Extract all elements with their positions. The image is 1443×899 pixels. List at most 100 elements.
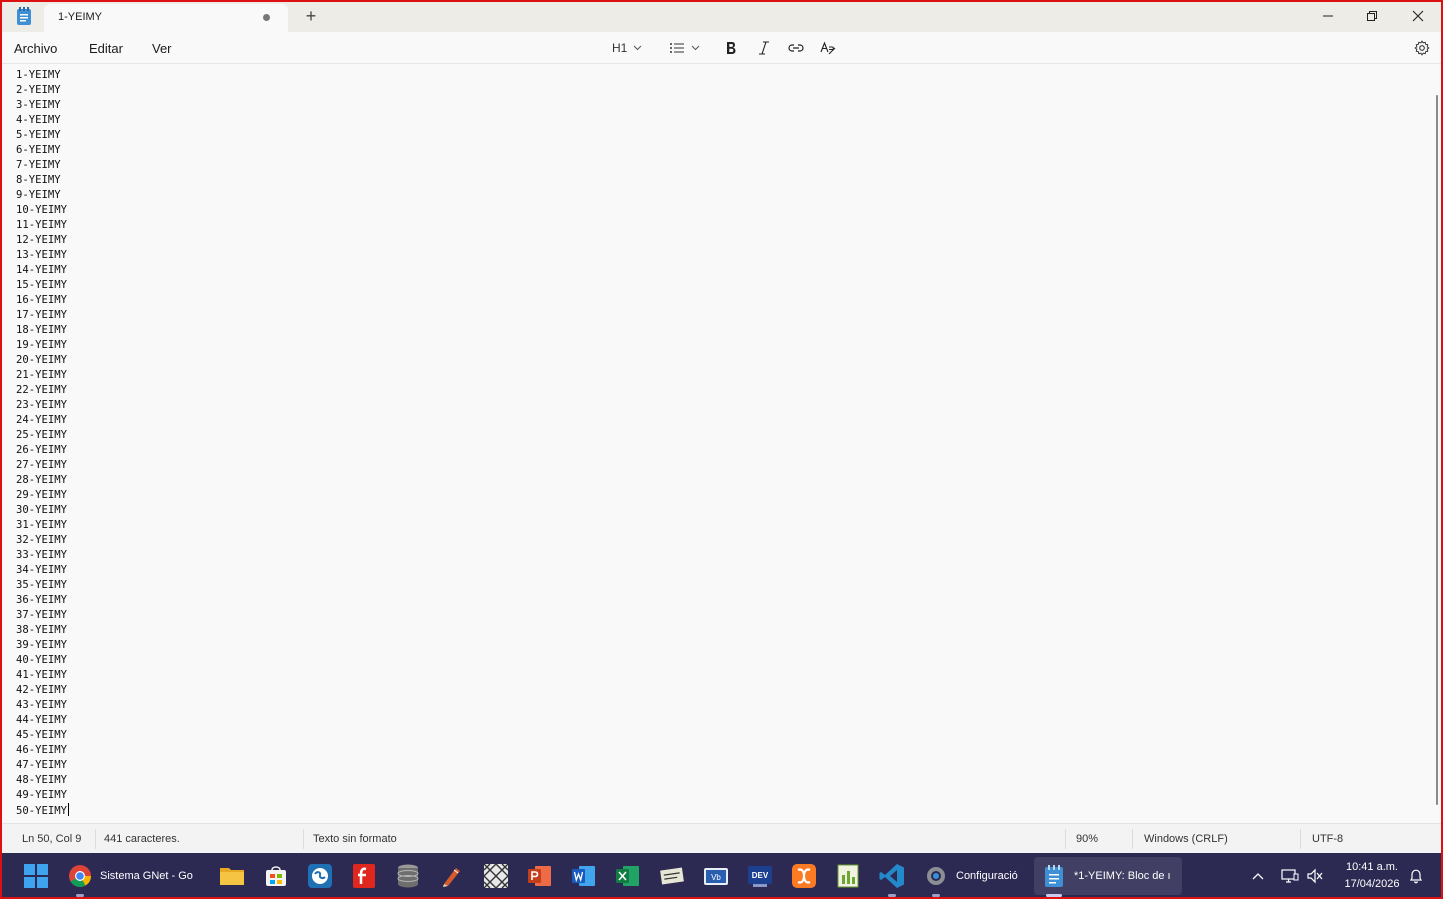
store-button[interactable] — [262, 862, 290, 890]
text-line[interactable]: 9-YEIMY — [16, 188, 69, 203]
text-line[interactable]: 29-YEIMY — [16, 488, 69, 503]
menu-editar[interactable]: Editar — [89, 41, 123, 56]
text-line[interactable]: 37-YEIMY — [16, 608, 69, 623]
chart-app-button[interactable] — [834, 862, 862, 890]
text-line[interactable]: 23-YEIMY — [16, 398, 69, 413]
text-line[interactable]: 44-YEIMY — [16, 713, 69, 728]
notifications-button[interactable] — [1402, 862, 1430, 890]
text-line[interactable]: 43-YEIMY — [16, 698, 69, 713]
xampp-button[interactable] — [790, 862, 818, 890]
text-line[interactable]: 32-YEIMY — [16, 533, 69, 548]
line-ending[interactable]: Windows (CRLF) — [1144, 833, 1228, 845]
settings-button[interactable] — [1414, 38, 1430, 58]
text-line[interactable]: 34-YEIMY — [16, 563, 69, 578]
text-format[interactable]: Texto sin formato — [313, 833, 397, 845]
chrome-taskbar-button[interactable] — [66, 862, 94, 890]
text-line[interactable]: 36-YEIMY — [16, 593, 69, 608]
text-line[interactable]: 11-YEIMY — [16, 218, 69, 233]
text-line[interactable]: 50-YEIMY — [16, 803, 70, 819]
text-line[interactable]: 2-YEIMY — [16, 83, 69, 98]
excel-button[interactable] — [614, 862, 642, 890]
text-line[interactable]: 41-YEIMY — [16, 668, 69, 683]
start-button[interactable] — [22, 862, 50, 890]
text-line[interactable]: 22-YEIMY — [16, 383, 69, 398]
vertical-scrollbar[interactable] — [1436, 95, 1438, 805]
text-line[interactable]: 18-YEIMY — [16, 323, 69, 338]
app-globe-button[interactable] — [306, 862, 334, 890]
word-button[interactable] — [570, 862, 598, 890]
editor-content[interactable]: 1-YEIMY 2-YEIMY 3-YEIMY 4-YEIMY 5-YEIMY 6-YEI… — [16, 68, 70, 819]
close-button[interactable] — [1396, 2, 1440, 30]
tab-document[interactable]: 1-YEIMY — [44, 4, 288, 32]
svg-text:DEV: DEV — [752, 871, 769, 880]
powerpoint-button[interactable] — [526, 862, 554, 890]
text-line[interactable]: 30-YEIMY — [16, 503, 69, 518]
text-line[interactable]: 40-YEIMY — [16, 653, 69, 668]
text-line[interactable]: 45-YEIMY — [16, 728, 69, 743]
text-line[interactable]: 47-YEIMY — [16, 758, 69, 773]
text-line[interactable]: 24-YEIMY — [16, 413, 69, 428]
vb-app-button[interactable]: Vb — [702, 862, 730, 890]
text-line[interactable]: 25-YEIMY — [16, 428, 69, 443]
clock-date[interactable]: 17/04/2026 — [1334, 878, 1410, 890]
text-line[interactable]: 17-YEIMY — [16, 308, 69, 323]
text-editor[interactable]: 1-YEIMY 2-YEIMY 3-YEIMY 4-YEIMY 5-YEIMY 6-YEI… — [2, 65, 1441, 821]
unsaved-dot-icon[interactable] — [263, 14, 270, 21]
settings-taskbar-button[interactable] — [922, 862, 950, 890]
text-line[interactable]: 16-YEIMY — [16, 293, 69, 308]
text-line[interactable]: 7-YEIMY — [16, 158, 69, 173]
restore-button[interactable] — [1350, 2, 1394, 30]
minimize-button[interactable] — [1306, 2, 1350, 30]
menu-archivo[interactable]: Archivo — [14, 41, 57, 56]
text-line[interactable]: 38-YEIMY — [16, 623, 69, 638]
vscode-button[interactable] — [878, 862, 906, 890]
app-ticket-button[interactable] — [658, 862, 686, 890]
text-line[interactable]: 13-YEIMY — [16, 248, 69, 263]
show-hidden-icons-button[interactable] — [1244, 862, 1272, 890]
file-explorer-button[interactable] — [218, 862, 246, 890]
text-line[interactable]: 3-YEIMY — [16, 98, 69, 113]
text-line[interactable]: 27-YEIMY — [16, 458, 69, 473]
text-line[interactable]: 5-YEIMY — [16, 128, 69, 143]
text-line[interactable]: 42-YEIMY — [16, 683, 69, 698]
text-line[interactable]: 1-YEIMY — [16, 68, 69, 83]
text-line[interactable]: 20-YEIMY — [16, 353, 69, 368]
heading-dropdown[interactable]: H1 — [612, 38, 642, 58]
devcpp-button[interactable]: DEV — [746, 862, 774, 890]
database-app-button[interactable] — [394, 862, 422, 890]
bold-button[interactable] — [725, 38, 737, 58]
pattern-app-button[interactable] — [482, 862, 510, 890]
clear-format-button[interactable] — [820, 38, 836, 58]
text-line[interactable]: 31-YEIMY — [16, 518, 69, 533]
text-line[interactable]: 8-YEIMY — [16, 173, 69, 188]
text-line[interactable]: 46-YEIMY — [16, 743, 69, 758]
volume-button[interactable] — [1301, 862, 1329, 890]
new-tab-button[interactable]: + — [302, 6, 320, 26]
text-line[interactable]: 35-YEIMY — [16, 578, 69, 593]
text-line[interactable]: 49-YEIMY — [16, 788, 69, 803]
app-f-button[interactable] — [350, 862, 378, 890]
text-line[interactable]: 10-YEIMY — [16, 203, 69, 218]
text-line[interactable]: 33-YEIMY — [16, 548, 69, 563]
text-line[interactable]: 4-YEIMY — [16, 113, 69, 128]
italic-button[interactable] — [758, 38, 770, 58]
text-line[interactable]: 39-YEIMY — [16, 638, 69, 653]
clock-time[interactable]: 10:41 a.m. — [1334, 861, 1410, 873]
pen-app-button[interactable] — [438, 862, 466, 890]
text-line[interactable]: 15-YEIMY — [16, 278, 69, 293]
text-line[interactable]: 48-YEIMY — [16, 773, 69, 788]
text-line[interactable]: 19-YEIMY — [16, 338, 69, 353]
text-line[interactable]: 28-YEIMY — [16, 473, 69, 488]
encoding[interactable]: UTF-8 — [1312, 833, 1343, 845]
link-button[interactable] — [788, 38, 804, 58]
list-dropdown[interactable] — [669, 38, 700, 58]
menu-ver[interactable]: Ver — [152, 41, 172, 56]
text-line[interactable]: 12-YEIMY — [16, 233, 69, 248]
zoom-level[interactable]: 90% — [1076, 833, 1098, 845]
notepad-taskbar-icon-wrap[interactable] — [1040, 862, 1068, 890]
text-line[interactable]: 26-YEIMY — [16, 443, 69, 458]
text-line[interactable]: 21-YEIMY — [16, 368, 69, 383]
network-button[interactable] — [1276, 862, 1304, 890]
text-line[interactable]: 14-YEIMY — [16, 263, 69, 278]
text-line[interactable]: 6-YEIMY — [16, 143, 69, 158]
